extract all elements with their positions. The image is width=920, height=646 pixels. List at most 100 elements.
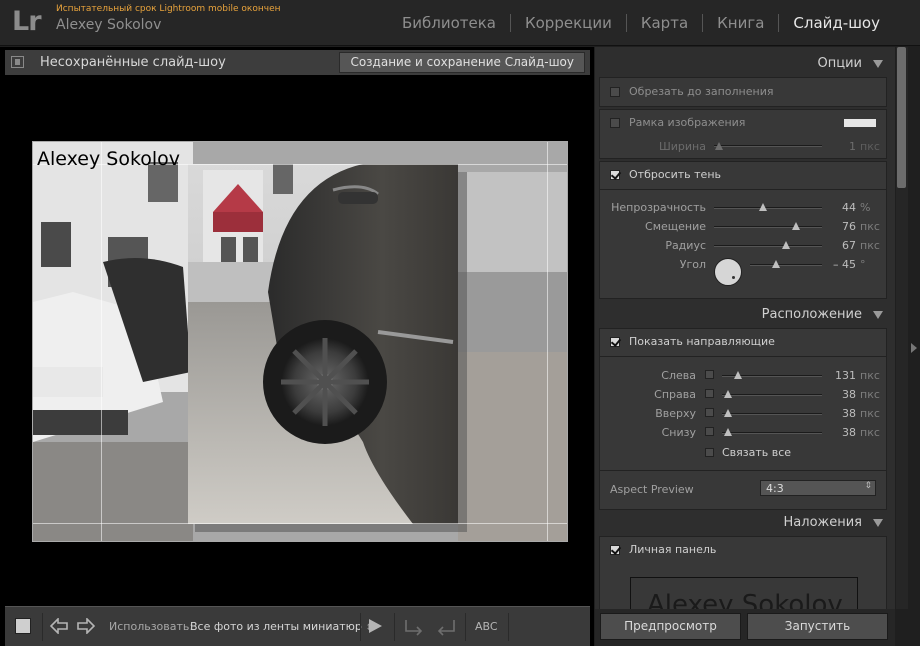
- angle-dial[interactable]: [714, 258, 742, 286]
- collapse-triangle-icon[interactable]: [873, 311, 883, 319]
- radius-slider-thumb[interactable]: [782, 241, 790, 249]
- layout-header[interactable]: Расположение: [595, 304, 895, 326]
- add-text-button[interactable]: ABC: [475, 620, 498, 633]
- bottom-margin-slider-track[interactable]: [722, 432, 822, 434]
- opacity-slider-thumb[interactable]: [759, 203, 767, 211]
- aspect-preview-label: Aspect Preview: [610, 483, 694, 496]
- stop-icon[interactable]: [15, 618, 31, 634]
- slide-preview[interactable]: Alexey Sokolov: [32, 141, 568, 542]
- cast-shadow-checkbox[interactable]: [610, 170, 620, 180]
- options-shadow-box: Отбросить тень Непрозрачность 44 % Смеще…: [599, 161, 887, 299]
- trial-message[interactable]: Испытательный срок Lightroom mobile окон…: [56, 4, 281, 14]
- module-develop[interactable]: Коррекции: [511, 14, 626, 32]
- offset-slider-track[interactable]: [714, 226, 822, 228]
- link-all-label: Связать все: [722, 446, 792, 459]
- return-text-icon[interactable]: [435, 617, 457, 637]
- offset-slider-thumb[interactable]: [792, 222, 800, 230]
- identity-plate-preview-text: Alexey Sokolov: [647, 590, 843, 609]
- options-title: Опции: [817, 56, 862, 71]
- scrollbar-thumb[interactable]: [897, 47, 906, 188]
- divider: [600, 356, 886, 357]
- stroke-border-label: Рамка изображения: [629, 116, 746, 129]
- top-margin-unit: пкс: [860, 407, 880, 420]
- radius-label: Радиус: [665, 239, 706, 252]
- identity-plate-preview[interactable]: Alexey Sokolov: [630, 577, 858, 609]
- module-map[interactable]: Карта: [627, 14, 702, 32]
- zoom-to-fill-checkbox[interactable]: [610, 87, 620, 97]
- link-all-checkbox[interactable]: [705, 448, 714, 457]
- aspect-preview-value: 4:3: [766, 482, 784, 495]
- aspect-preview-select[interactable]: 4:3 ⇕: [760, 480, 876, 496]
- right-panel-scrollbar[interactable]: [896, 47, 908, 609]
- collapse-triangle-icon[interactable]: [873, 519, 883, 527]
- opacity-slider-track[interactable]: [714, 207, 822, 209]
- rotate-text-icon[interactable]: [403, 617, 425, 637]
- opacity-value[interactable]: 44: [826, 201, 856, 214]
- create-saved-slideshow-button[interactable]: Создание и сохранение Слайд-шоу: [339, 52, 585, 73]
- identity-plate-checkbox[interactable]: [610, 545, 620, 555]
- left-margin-value[interactable]: 131: [826, 369, 856, 382]
- radius-slider-track[interactable]: [714, 245, 822, 247]
- use-source-value: Все фото из ленты миниатюр: [190, 620, 362, 633]
- top-margin-slider-track[interactable]: [722, 413, 822, 415]
- panel-expand-arrow-icon[interactable]: [911, 343, 917, 353]
- slide-identity-plate[interactable]: Alexey Sokolov: [37, 148, 180, 170]
- options-stroke-box: Рамка изображения Ширина 1 пкс: [599, 109, 887, 159]
- play-button[interactable]: Запустить: [747, 613, 888, 640]
- module-library[interactable]: Библиотека: [388, 14, 510, 32]
- right-margin-slider-track[interactable]: [722, 394, 822, 396]
- radius-value[interactable]: 67: [826, 239, 856, 252]
- top-bar: Lr Испытательный срок Lightroom mobile о…: [0, 0, 920, 46]
- overlays-title: Наложения: [783, 515, 862, 530]
- width-unit: пкс: [860, 140, 880, 153]
- cast-shadow-label: Отбросить тень: [629, 168, 721, 181]
- toolbar-separator: [508, 613, 509, 641]
- options-header[interactable]: Опции: [595, 53, 895, 75]
- show-guides-label: Показать направляющие: [629, 335, 775, 348]
- show-guides-checkbox[interactable]: [610, 337, 620, 347]
- angle-slider-track[interactable]: [750, 264, 822, 266]
- module-book[interactable]: Книга: [703, 14, 778, 32]
- previous-arrow-icon[interactable]: [50, 618, 68, 634]
- layout-title: Расположение: [761, 307, 862, 322]
- module-picker: Библиотека Коррекции Карта Книга Слайд-ш…: [388, 14, 894, 32]
- left-margin-link-checkbox[interactable]: [705, 370, 714, 379]
- guide-left: [101, 142, 102, 541]
- slideshow-toolbar: Использовать: Все фото из ленты миниатюр…: [5, 606, 590, 646]
- module-slideshow[interactable]: Слайд-шоу: [779, 14, 894, 32]
- bottom-margin-label: Снизу: [661, 426, 696, 439]
- action-buttons: Предпросмотр Запустить: [595, 609, 895, 646]
- right-margin-value[interactable]: 38: [826, 388, 856, 401]
- top-margin-value[interactable]: 38: [826, 407, 856, 420]
- guide-right: [547, 142, 548, 541]
- width-value[interactable]: 1: [830, 140, 856, 153]
- lightroom-logo: Lr: [12, 6, 42, 37]
- stroke-border-checkbox[interactable]: [610, 118, 620, 128]
- angle-slider-thumb[interactable]: [772, 260, 780, 268]
- angle-value[interactable]: – 45: [822, 258, 856, 271]
- use-label: Использовать:: [109, 620, 194, 633]
- collapse-triangle-icon[interactable]: [873, 60, 883, 68]
- width-slider-thumb[interactable]: [715, 142, 723, 150]
- bottom-margin-slider-thumb[interactable]: [724, 428, 732, 436]
- divider: [600, 189, 886, 190]
- next-arrow-icon[interactable]: [77, 618, 95, 634]
- bottom-margin-link-checkbox[interactable]: [705, 427, 714, 436]
- right-margin-slider-thumb[interactable]: [724, 390, 732, 398]
- angle-unit: °: [860, 258, 866, 271]
- opacity-unit: %: [860, 201, 871, 214]
- width-slider-track[interactable]: [714, 145, 822, 147]
- offset-value[interactable]: 76: [826, 220, 856, 233]
- left-margin-slider-thumb[interactable]: [734, 371, 742, 379]
- preview-button[interactable]: Предпросмотр: [600, 613, 741, 640]
- overlays-header[interactable]: Наложения: [595, 512, 895, 534]
- play-icon[interactable]: [367, 618, 383, 634]
- opacity-label: Непрозрачность: [611, 201, 706, 214]
- use-source-select[interactable]: Все фото из ленты миниатюр ⇕: [190, 620, 373, 633]
- top-margin-link-checkbox[interactable]: [705, 408, 714, 417]
- top-margin-slider-thumb[interactable]: [724, 409, 732, 417]
- right-margin-link-checkbox[interactable]: [705, 389, 714, 398]
- stroke-color-swatch[interactable]: [844, 119, 876, 127]
- bottom-margin-value[interactable]: 38: [826, 426, 856, 439]
- right-margin-label: Справа: [654, 388, 696, 401]
